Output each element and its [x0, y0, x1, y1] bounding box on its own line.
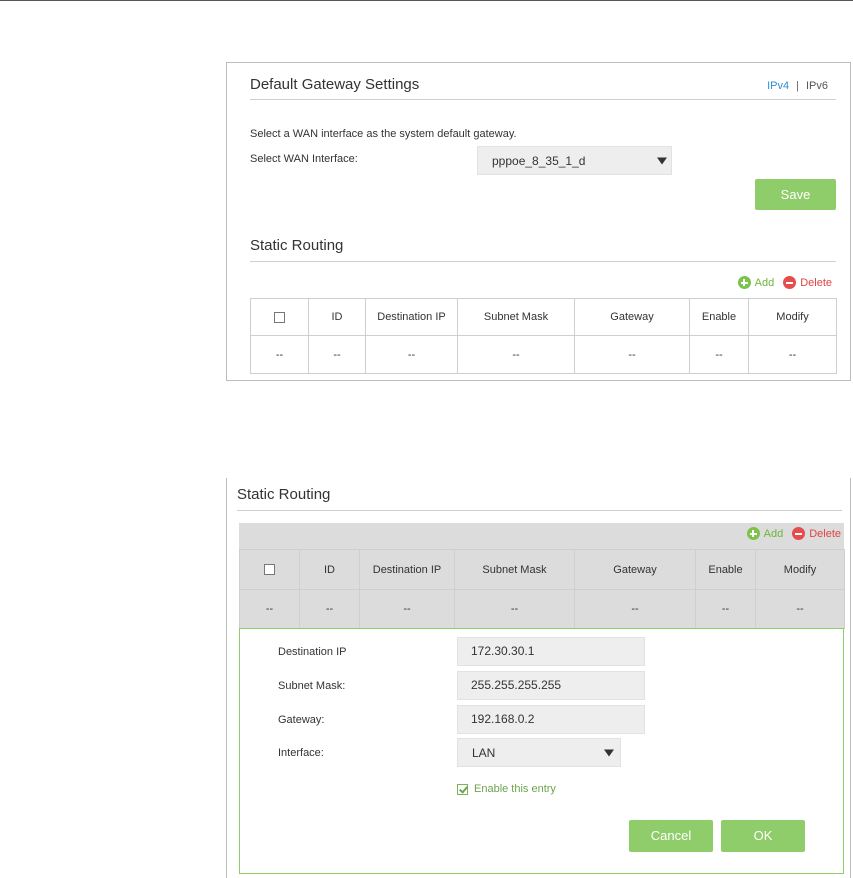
- interface-label: Interface:: [278, 747, 324, 759]
- table-cell: --: [748, 335, 837, 374]
- ip-separator: |: [796, 80, 799, 92]
- ok-button[interactable]: OK: [721, 820, 805, 852]
- column-header: Modify: [755, 549, 845, 590]
- gateway-label: Gateway:: [278, 714, 325, 726]
- column-header: Enable: [689, 298, 749, 336]
- routing-table: ID Destination IP Subnet Mask Gateway En…: [250, 298, 837, 374]
- destination-ip-label: Destination IP: [278, 646, 347, 658]
- wan-interface-select[interactable]: pppoe_8_35_1_d: [477, 146, 672, 175]
- select-all-checkbox[interactable]: [264, 564, 275, 576]
- add-icon[interactable]: [746, 527, 760, 540]
- enable-entry-checkbox[interactable]: [457, 783, 468, 795]
- table-row: -- -- -- -- -- -- --: [250, 335, 837, 374]
- static-routing-title: Static Routing: [250, 237, 344, 254]
- default-gateway-panel: Default Gateway Settings IPv4 | IPv6 Selec…: [226, 62, 851, 381]
- table-cell: --: [359, 589, 455, 629]
- interface-select[interactable]: LAN: [457, 738, 621, 767]
- add-icon[interactable]: [737, 276, 751, 289]
- table-cell: --: [239, 589, 300, 629]
- column-header: Subnet Mask: [457, 298, 575, 336]
- delete-button[interactable]: Delete: [800, 277, 832, 289]
- enable-entry-label: Enable this entry: [474, 783, 556, 795]
- table-cell: --: [308, 335, 366, 374]
- column-header: Enable: [695, 549, 756, 590]
- delete-button[interactable]: Delete: [809, 528, 841, 540]
- table-row: -- -- -- -- -- -- --: [239, 589, 845, 629]
- table-header-row: ID Destination IP Subnet Mask Gateway En…: [250, 298, 837, 336]
- subnet-mask-input[interactable]: 255.255.255.255: [457, 671, 645, 700]
- table-cell: --: [299, 589, 360, 629]
- chevron-down-icon: [604, 749, 614, 756]
- destination-ip-input[interactable]: 172.30.30.1: [457, 637, 645, 666]
- save-button[interactable]: Save: [755, 179, 836, 210]
- column-header: Subnet Mask: [454, 549, 575, 590]
- subnet-mask-label: Subnet Mask:: [278, 680, 346, 692]
- table-cell: --: [689, 335, 749, 374]
- table-cell: --: [365, 335, 458, 374]
- column-header: Gateway: [574, 549, 696, 590]
- select-all-cell: [239, 549, 300, 590]
- ipv4-link[interactable]: IPv4: [767, 80, 789, 92]
- chevron-down-icon: [657, 157, 667, 164]
- column-header: Destination IP: [359, 549, 455, 590]
- column-header: Destination IP: [365, 298, 458, 336]
- table-cell: --: [755, 589, 845, 629]
- edit-title-rule: [237, 510, 842, 511]
- edit-routing-title: Static Routing: [237, 486, 331, 503]
- table-cell: --: [250, 335, 309, 374]
- gateway-input[interactable]: 192.168.0.2: [457, 705, 645, 734]
- enable-entry-row[interactable]: Enable this entry: [457, 783, 556, 795]
- ipv6-link[interactable]: IPv6: [806, 80, 828, 92]
- table-header-row: ID Destination IP Subnet Mask Gateway En…: [239, 549, 845, 590]
- select-all-cell: [250, 298, 309, 336]
- delete-icon[interactable]: [783, 276, 797, 289]
- routing-actions: Add Delete: [737, 276, 832, 289]
- select-all-checkbox[interactable]: [274, 311, 285, 323]
- wan-interface-value: pppoe_8_35_1_d: [492, 153, 586, 168]
- interface-value: LAN: [472, 745, 496, 760]
- gateway-title: Default Gateway Settings: [250, 76, 420, 93]
- edit-routing-actions: Add Delete: [746, 527, 841, 540]
- table-cell: --: [574, 589, 696, 629]
- static-routing-edit-panel: Static Routing Add Delete ID Destination…: [226, 478, 851, 878]
- column-header: Modify: [748, 298, 837, 336]
- column-header: ID: [299, 549, 360, 590]
- column-header: Gateway: [574, 298, 690, 336]
- delete-icon[interactable]: [792, 527, 806, 540]
- ip-version-switch: IPv4 | IPv6: [767, 80, 828, 92]
- top-divider: [0, 0, 853, 1]
- gateway-title-rule: [250, 99, 836, 100]
- cancel-button[interactable]: Cancel: [629, 820, 713, 852]
- table-cell: --: [695, 589, 756, 629]
- edit-routing-table: ID Destination IP Subnet Mask Gateway En…: [239, 549, 845, 629]
- add-button[interactable]: Add: [764, 528, 784, 540]
- table-cell: --: [457, 335, 575, 374]
- table-cell: --: [574, 335, 690, 374]
- routing-table-overlay: Add Delete ID Destination IP Subnet Mask…: [239, 523, 845, 629]
- gateway-description: Select a WAN interface as the system def…: [250, 128, 517, 140]
- add-button[interactable]: Add: [755, 277, 775, 289]
- wan-interface-label: Select WAN Interface:: [250, 153, 358, 165]
- route-entry-form: Destination IP 172.30.30.1 Subnet Mask: …: [239, 628, 844, 874]
- column-header: ID: [308, 298, 366, 336]
- static-routing-rule: [250, 261, 836, 262]
- table-cell: --: [454, 589, 575, 629]
